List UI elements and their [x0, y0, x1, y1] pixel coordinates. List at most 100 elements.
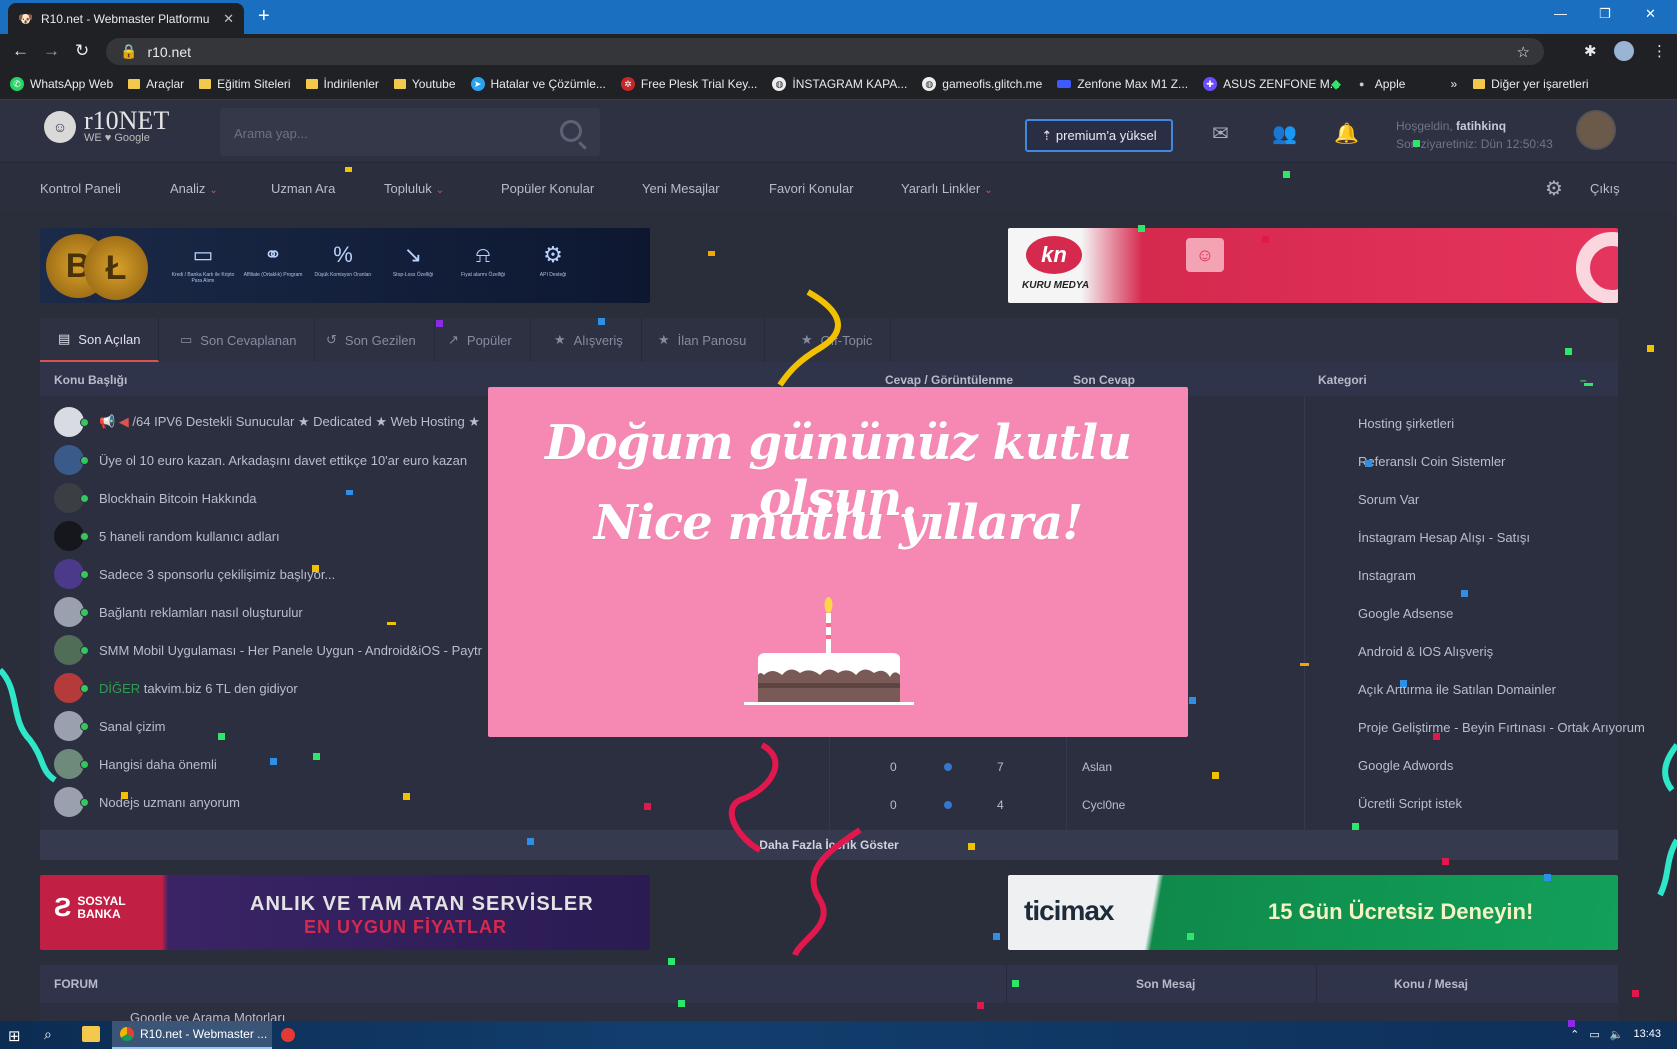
forward-icon[interactable]: → — [43, 41, 60, 61]
category-link[interactable]: Proje Geliştirme - Beyin Fırtınası - Ort… — [1358, 720, 1645, 735]
bookmark-folder[interactable]: Eğitim Siteleri — [199, 77, 291, 91]
tab-close-icon[interactable]: ✕ — [223, 11, 234, 27]
last-reply-user[interactable]: Aslan — [1082, 760, 1112, 774]
chrome-icon — [120, 1027, 134, 1041]
settings-gear-icon[interactable]: ⚙ — [1545, 176, 1563, 201]
topic-title[interactable]: SMM Mobil Uygulaması - Her Panele Uygun … — [99, 643, 482, 658]
topic-title[interactable]: Sanal çizim — [99, 719, 165, 734]
category-link[interactable]: Android & IOS Alışveriş — [1358, 644, 1493, 659]
windows-start-icon[interactable]: ⊞ — [8, 1027, 21, 1045]
tab-listings[interactable]: ★ İlan Panosu — [640, 318, 766, 362]
taskbar-search-icon[interactable]: ⌕ — [44, 1026, 52, 1043]
category-link[interactable]: Açık Arttırma ile Satılan Domainler — [1358, 682, 1556, 697]
bookmarks-overflow-icon[interactable]: » — [1450, 77, 1457, 91]
extensions-icon[interactable]: ✱ — [1584, 42, 1597, 60]
last-reply-user[interactable]: Cycl0ne — [1082, 798, 1125, 812]
category-link[interactable]: Referanslı Coin Sistemler — [1358, 454, 1505, 469]
topic-title[interactable]: Hangisi daha önemli — [99, 757, 217, 772]
clock[interactable]: 13:43 — [1633, 1028, 1661, 1041]
file-explorer-icon[interactable] — [82, 1026, 100, 1042]
collapse-icon[interactable]: – — [1580, 373, 1587, 387]
bookmark-folder[interactable]: Araçlar — [128, 77, 184, 91]
nav-community[interactable]: Topluluk ⌄ — [384, 181, 444, 196]
show-more-button[interactable]: Daha Fazla İçerik Göster — [40, 830, 1618, 860]
bookmark-item[interactable]: ◍ İNSTAGRAM KAPA... — [772, 76, 907, 91]
crypto-exchange-banner[interactable]: B Ł ▭ Kredi / Banka Kartı ile Kripto Para… — [40, 228, 650, 303]
topic-title[interactable]: Bağlantı reklamları nasıl oluşturulur — [99, 605, 303, 620]
nav-new-messages[interactable]: Yeni Mesajlar — [642, 181, 720, 196]
nav-analysis[interactable]: Analiz ⌄ — [170, 181, 218, 196]
category-link[interactable]: Google Adwords — [1358, 758, 1453, 773]
tab-latest-opened[interactable]: ▤ Son Açılan — [40, 318, 160, 362]
friends-icon[interactable]: 👥 — [1272, 121, 1297, 146]
reload-icon[interactable]: ↻ — [75, 41, 89, 61]
other-bookmarks[interactable]: Diğer yer işaretleri — [1473, 77, 1589, 91]
recorder-icon[interactable] — [281, 1028, 295, 1042]
topic-title[interactable]: 📢 ◀ /64 IPV6 Destekli Sunucular ★ Dedica… — [99, 414, 480, 430]
bookmark-star-icon[interactable]: ☆ — [1517, 43, 1530, 61]
topic-title[interactable]: Üye ol 10 euro kazan. Arkadaşını davet e… — [99, 453, 467, 468]
category-link[interactable]: Hosting şirketleri — [1358, 416, 1454, 431]
ticimax-banner[interactable]: ticimax 15 Gün Ücretsiz Deneyin! — [1008, 875, 1618, 950]
premium-button[interactable]: ⇡ premium'a yüksel — [1025, 119, 1173, 152]
notifications-icon[interactable]: 🔔 — [1334, 121, 1359, 146]
minimize-icon[interactable]: — — [1554, 6, 1567, 21]
bookmark-item[interactable]: ◍ gameofis.glitch.me — [922, 76, 1042, 91]
bookmark-item[interactable]: ✆ WhatsApp Web — [10, 76, 113, 91]
bookmark-item[interactable]: ✲ Free Plesk Trial Key... — [620, 76, 757, 91]
table-row[interactable]: Hangisi daha önemli — [40, 745, 825, 783]
close-window-icon[interactable]: ✕ — [1645, 6, 1656, 22]
user-avatar[interactable] — [1576, 110, 1616, 150]
topic-title[interactable]: Blockhain Bitcoin Hakkında — [99, 491, 257, 506]
tab-recently-visited[interactable]: ↺ Son Gezilen — [308, 318, 435, 362]
username[interactable]: fatihkinq — [1456, 119, 1506, 133]
kuru-medya-banner[interactable]: kn KURU MEDYA ☺ — [1008, 228, 1618, 303]
tray-chevron-icon[interactable]: ⌃ — [1570, 1028, 1579, 1041]
bookmark-folder[interactable]: Youtube — [393, 77, 456, 91]
logout-link[interactable]: Çıkış — [1590, 181, 1620, 196]
category-link[interactable]: Instagram — [1358, 568, 1416, 583]
nav-find-expert[interactable]: Uzman Ara — [271, 181, 335, 196]
volume-icon[interactable]: 🔈 — [1610, 1028, 1624, 1041]
online-dot — [80, 683, 89, 693]
nav-popular-topics[interactable]: Popüler Konular — [501, 181, 594, 196]
tab-latest-replied[interactable]: ▭ Son Cevaplanan — [162, 318, 316, 362]
bookmark-item[interactable]: Zenfone Max M1 Z... — [1057, 77, 1188, 91]
category-link[interactable]: İnstagram Hesap Alışı - Satışı — [1358, 530, 1530, 545]
birthday-popup[interactable]: Doğum gününüz kutlu olsun. Nice mutlu yı… — [488, 387, 1188, 737]
topic-title[interactable]: DİĞER takvim.biz 6 TL den gidiyor — [99, 681, 298, 696]
table-row[interactable]: Nodejs uzmanı anyorum — [40, 783, 825, 821]
messages-icon[interactable]: ✉ — [1212, 121, 1229, 146]
category-link[interactable]: Google Adsense — [1358, 606, 1453, 621]
topic-title[interactable]: Nodejs uzmanı anyorum — [99, 795, 240, 810]
tab-popular[interactable]: ↗ Popüler — [430, 318, 531, 362]
network-icon[interactable]: ▭ — [1589, 1028, 1599, 1041]
browser-tab[interactable]: 🐶 R10.net - Webmaster Platformu ✕ — [8, 3, 244, 34]
topic-title[interactable]: 5 haneli random kullanıcı adları — [99, 529, 280, 544]
tab-off-topic[interactable]: ★ Off-Topic — [783, 318, 892, 362]
bookmark-item[interactable]: ✚ ASUS ZENFONE M... — [1203, 76, 1340, 91]
site-logo[interactable]: ☺ r10NET WE ♥ Google — [44, 108, 169, 144]
crypto-feature: Kredi / Banka Kartı ile Kripto Para Alım… — [171, 272, 235, 284]
chrome-menu-icon[interactable]: ⋮ — [1652, 42, 1667, 60]
search-input[interactable]: Arama yap... — [220, 108, 600, 156]
bookmark-folder[interactable]: İndirilenler — [305, 77, 379, 91]
category-link[interactable]: Sorum Var — [1358, 492, 1419, 507]
address-bar[interactable]: 🔒 r10.net ☆ — [106, 38, 1544, 65]
taskbar-chrome-app[interactable]: R10.net - Webmaster ... — [112, 1021, 272, 1049]
bookmark-item[interactable]: ● Apple — [1355, 77, 1405, 91]
nav-favorite-topics[interactable]: Favori Konular — [769, 181, 854, 196]
profile-avatar[interactable] — [1614, 41, 1634, 61]
nav-control-panel[interactable]: Kontrol Paneli — [40, 181, 121, 196]
tab-shopping[interactable]: ★ Alışveriş — [536, 318, 642, 362]
search-icon[interactable] — [560, 120, 582, 142]
category-link[interactable]: Ücretli Script istek — [1358, 796, 1462, 811]
nav-useful-links[interactable]: Yararlı Linkler ⌄ — [901, 181, 993, 196]
back-icon[interactable]: ← — [12, 41, 29, 61]
new-tab-icon[interactable]: + — [258, 5, 270, 28]
maximize-icon[interactable]: ❐ — [1599, 6, 1611, 22]
view-count: 7 — [997, 760, 1004, 774]
bookmark-item[interactable]: ➤ Hatalar ve Çözümle... — [470, 76, 606, 91]
sosyal-banka-banner[interactable]: Ƨ SOSYAL BANKA ANLIK VE TAM ATAN SERVİSLE… — [40, 875, 650, 950]
topic-title[interactable]: Sadece 3 sponsorlu çekilişimiz başlıyor.… — [99, 567, 335, 582]
